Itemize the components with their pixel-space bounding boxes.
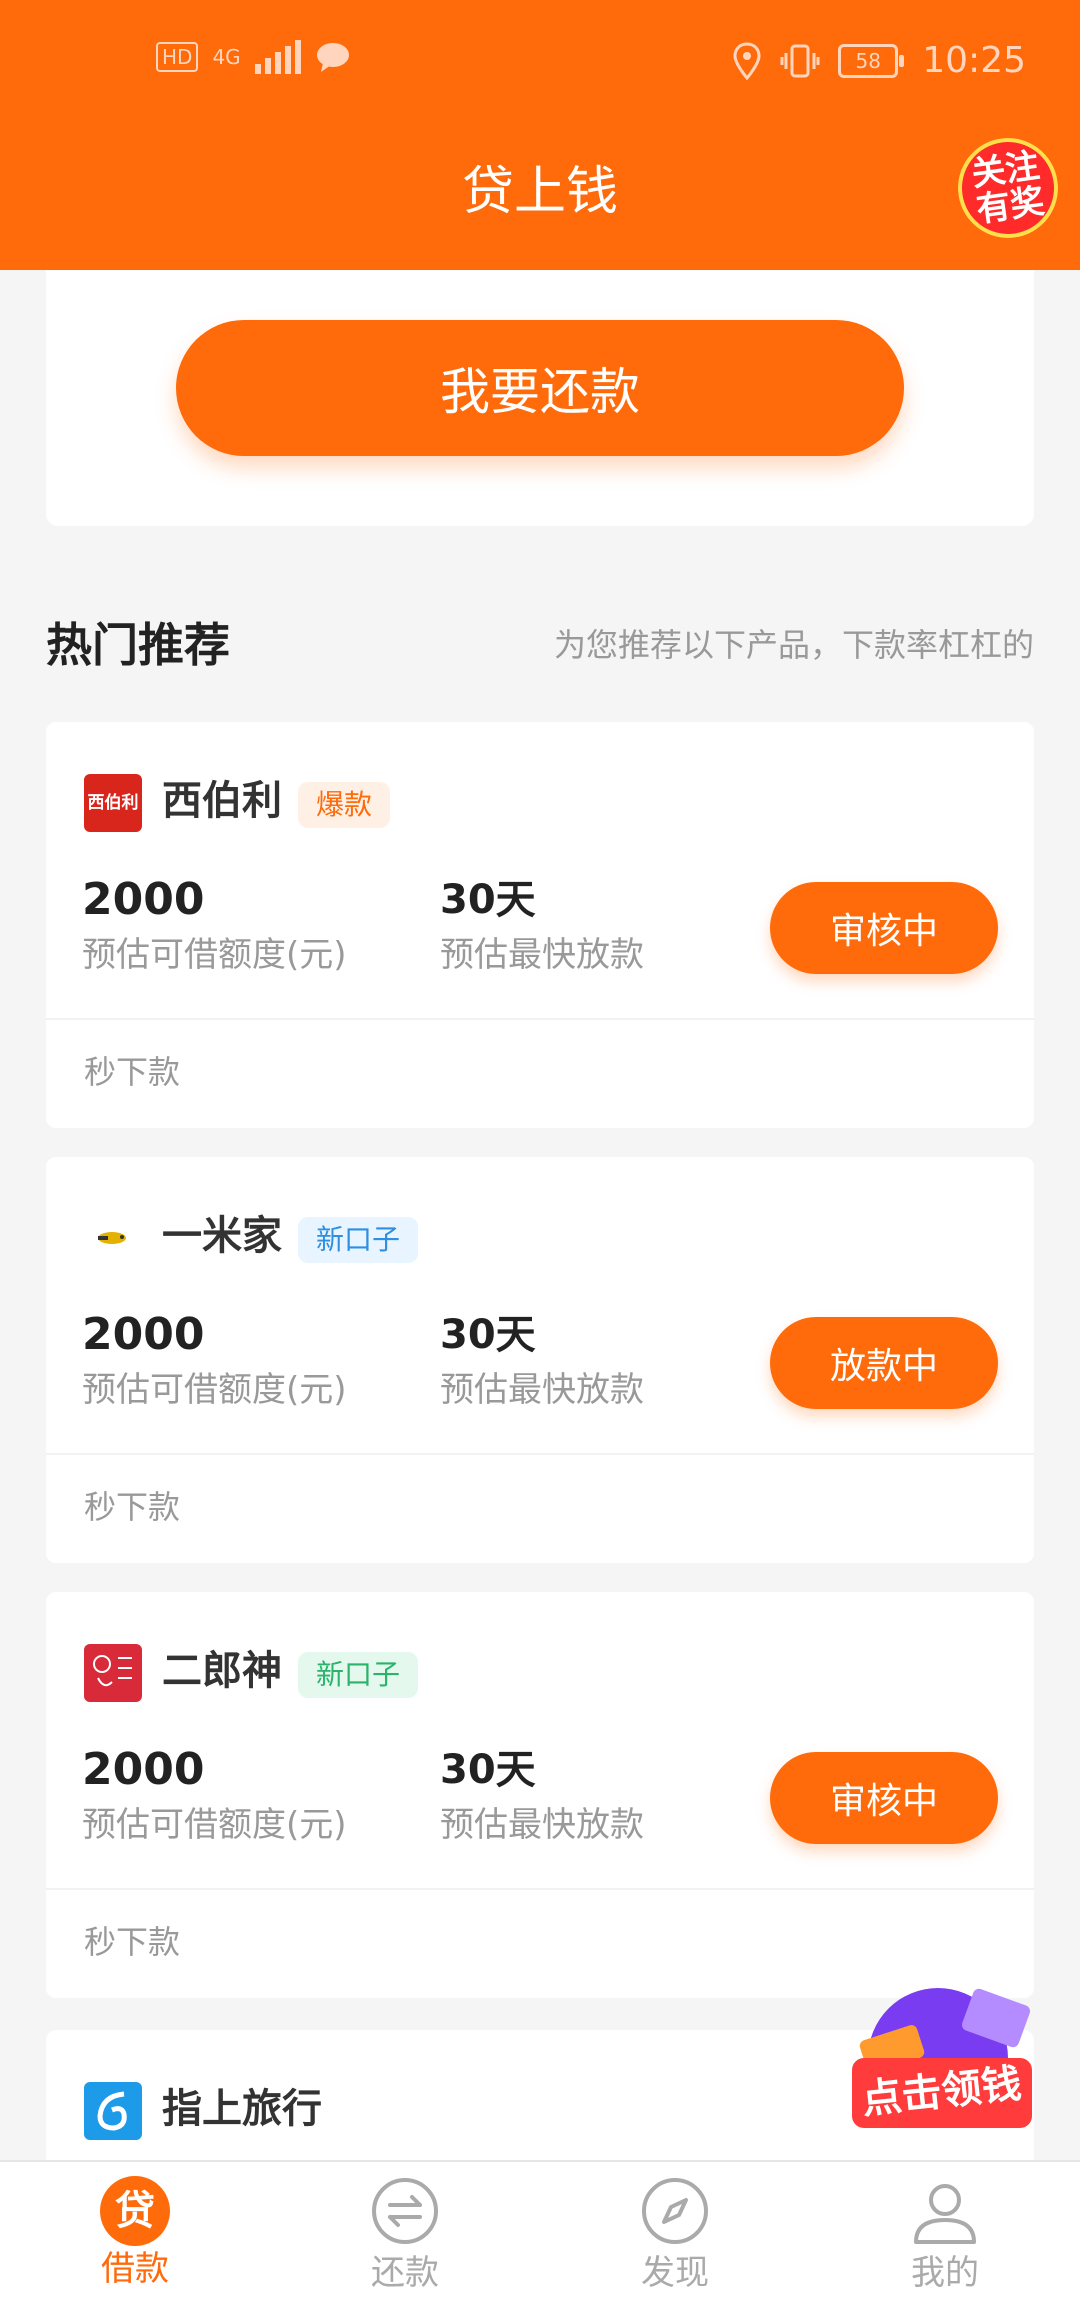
product-amount: 2000 [82,1309,205,1360]
product-days-label: 预估最快放款 [440,935,644,975]
product-amount: 2000 [82,874,205,925]
hd-indicator: HD [156,42,199,72]
user-icon [914,2184,976,2244]
gift-icon: 点击领钱 [852,1988,1032,2128]
recommend-section-header: 热门推荐 为您推荐以下产品，下款率杠杠的 [46,610,1034,680]
status-left: HD 4G [156,40,351,74]
product-days: 30天 [440,1312,536,1358]
product-tag: 新口子 [298,1652,419,1698]
product-name: 一米家 [162,1213,282,1259]
product-status-button[interactable]: 审核中 [770,1752,998,1844]
product-status-button[interactable]: 审核中 [770,882,998,974]
product-days: 30天 [440,1747,536,1793]
product-logo [84,2082,142,2140]
product-days-label: 预估最快放款 [440,1370,644,1410]
product-amount-label: 预估可借额度(元) [82,935,347,975]
product-amount-label: 预估可借额度(元) [82,1805,347,1845]
product-logo: 西伯利 [84,774,142,832]
page-title: 贷上钱 [461,162,618,222]
section-title: 热门推荐 [46,618,230,672]
product-card[interactable]: 一米家 新口子 2000 预估可借额度(元) 30天 预估最快放款 放款中 秒下… [46,1157,1034,1563]
compass-icon [642,2178,708,2244]
repay-card: 我要还款 [46,270,1034,526]
claim-money-float-button[interactable]: 点击领钱 [846,1976,1046,2146]
signal-icon [254,40,301,74]
product-days: 30天 [440,877,536,923]
product-amount-label: 预估可借额度(元) [82,1370,347,1410]
tab-discover[interactable]: 发现 [575,2176,775,2296]
status-right: 58 10:25 [732,40,1026,81]
product-logo-text: 西伯利 [87,793,139,813]
section-subtitle: 为您推荐以下产品，下款率杠杠的 [553,626,1034,664]
product-logo [84,1209,142,1267]
divider [46,1888,1034,1890]
status-bar: HD 4G 58 10:25 [0,0,1080,120]
product-tag: 爆款 [298,782,391,828]
tab-mine[interactable]: 我的 [845,2176,1045,2296]
product-tag: 新口子 [298,1217,419,1263]
product-footer: 秒下款 [84,1488,181,1526]
product-footer: 秒下款 [84,1053,181,1091]
product-status-button[interactable]: 放款中 [770,1317,998,1409]
tab-repay[interactable]: 还款 [305,2176,505,2296]
tab-label: 还款 [371,2253,439,2293]
message-icon [316,43,349,72]
product-amount: 2000 [82,1744,205,1795]
product-card[interactable]: 二郎神 新口子 2000 预估可借额度(元) 30天 预估最快放款 审核中 秒下… [46,1592,1034,1998]
repay-icon [372,2178,438,2244]
badge-line2: 有奖 [974,181,1047,231]
bottom-tab-bar: 贷 借款 还款 发现 我的 [0,2160,1080,2312]
tab-loan[interactable]: 贷 借款 [35,2176,235,2292]
vibrate-icon [780,44,820,77]
product-name: 指上旅行 [162,2086,322,2132]
product-card[interactable]: 西伯利 西伯利 爆款 2000 预估可借额度(元) 30天 预估最快放款 审核中… [46,722,1034,1128]
product-logo [84,1644,142,1702]
location-icon [733,41,761,80]
loan-icon: 贷 [100,2176,170,2246]
product-footer: 秒下款 [84,1923,181,1961]
battery-icon: 58 [838,43,905,78]
tab-label: 借款 [101,2249,169,2289]
tab-label: 我的 [911,2253,979,2293]
repay-button[interactable]: 我要还款 [176,320,904,456]
loan-icon-text: 贷 [115,2188,155,2234]
status-time: 10:25 [922,40,1026,81]
divider [46,1018,1034,1020]
network-label: 4G [212,45,241,69]
tab-label: 发现 [641,2253,709,2293]
product-name: 西伯利 [162,778,282,824]
product-days-label: 预估最快放款 [440,1805,644,1845]
app-header: 贷上钱 关注 有奖 [0,120,1080,270]
divider [46,1453,1034,1455]
product-name: 二郎神 [162,1648,282,1694]
